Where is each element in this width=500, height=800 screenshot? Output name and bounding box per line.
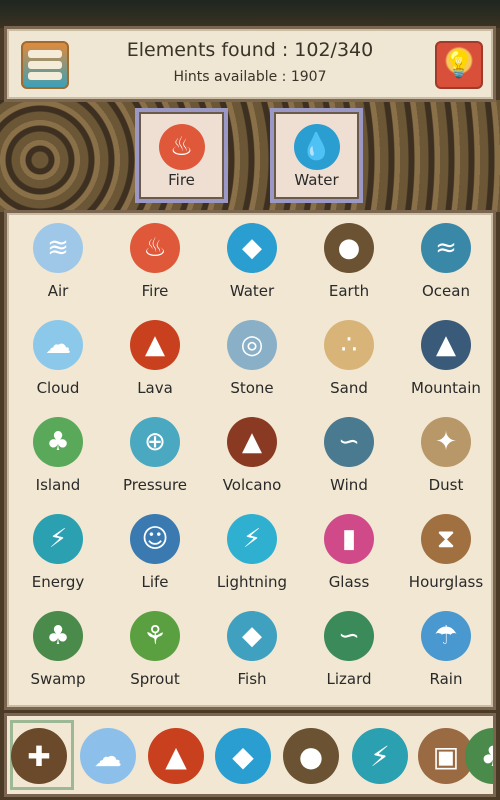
element-label: Hourglass: [408, 573, 484, 591]
element-dust[interactable]: ✦ Dust: [398, 409, 495, 506]
category-toolbar: ✚☁▲◆●⚡▣♣: [4, 713, 496, 797]
element-ocean[interactable]: ≈ Ocean: [398, 215, 495, 312]
combine-slot-water[interactable]: 💧 Water: [270, 108, 363, 203]
fire-icon: ♨: [158, 124, 205, 170]
hints-available: Hints available : 1907: [173, 69, 327, 85]
element-energy[interactable]: ⚡ Energy: [10, 506, 107, 603]
water-icon[interactable]: ◆: [215, 728, 271, 784]
element-fire[interactable]: ♨ Fire: [107, 215, 204, 312]
element-rain[interactable]: ☂ Rain: [398, 603, 495, 700]
life-icon: ☺: [130, 514, 180, 564]
slot-label: Water: [294, 171, 339, 189]
elements-found: Elements found : 102/340: [126, 39, 374, 61]
stone-icon: ◎: [227, 320, 277, 370]
element-water[interactable]: ◆ Water: [204, 215, 301, 312]
element-lizard[interactable]: ∽ Lizard: [301, 603, 398, 700]
element-mountain[interactable]: ▲ Mountain: [398, 312, 495, 409]
elements-grid: ≋ Air ♨ Fire ◆ Water ● Earth ≈ Ocean ☁ Cloud ▲ Lava ◎ S…: [4, 210, 496, 710]
element-label: Ocean: [422, 282, 470, 300]
volcano-icon: ▲: [227, 417, 277, 467]
element-label: Rain: [429, 670, 463, 688]
fire-icon: ♨: [130, 223, 180, 273]
header-panel: Elements found : 102/340 Hints available…: [4, 26, 496, 102]
lizard-icon: ∽: [324, 611, 374, 661]
lightning-icon: ⚡: [227, 514, 277, 564]
lava-icon: ▲: [130, 320, 180, 370]
water-icon: ◆: [227, 223, 277, 273]
element-air[interactable]: ≋ Air: [10, 215, 107, 312]
lava-icon[interactable]: ▲: [148, 728, 204, 784]
element-lightning[interactable]: ⚡ Lightning: [204, 506, 301, 603]
water-drop-icon: 💧: [293, 124, 340, 170]
element-stone[interactable]: ◎ Stone: [204, 312, 301, 409]
element-earth[interactable]: ● Earth: [301, 215, 398, 312]
element-sand[interactable]: ∴ Sand: [301, 312, 398, 409]
element-sprout[interactable]: ⚘ Sprout: [107, 603, 204, 700]
combine-slot-fire[interactable]: ♨ Fire: [135, 108, 228, 203]
air-icon[interactable]: ☁: [80, 728, 136, 784]
element-hourglass[interactable]: ⧗ Hourglass: [398, 506, 495, 603]
sprout-icon: ⚘: [130, 611, 180, 661]
element-label: Dust: [428, 476, 464, 494]
pressure-icon: ⊕: [130, 417, 180, 467]
island-icon: ♣: [33, 417, 83, 467]
lightbulb-icon[interactable]: 💡: [435, 41, 483, 89]
element-lava[interactable]: ▲ Lava: [107, 312, 204, 409]
wind-icon: ∽: [324, 417, 374, 467]
cloud-icon: ☁: [33, 320, 83, 370]
energy-icon: ⚡: [33, 514, 83, 564]
slot-label: Fire: [168, 171, 195, 189]
mountain-icon: ▲: [421, 320, 471, 370]
element-island[interactable]: ♣ Island: [10, 409, 107, 506]
swamp-icon: ♣: [33, 611, 83, 661]
workbench-background: [0, 100, 500, 212]
glass-icon: ▮: [324, 514, 374, 564]
element-pressure[interactable]: ⊕ Pressure: [107, 409, 204, 506]
sand-icon: ∴: [324, 320, 374, 370]
element-swamp[interactable]: ♣ Swamp: [10, 603, 107, 700]
element-glass[interactable]: ▮ Glass: [301, 506, 398, 603]
energy-icon[interactable]: ⚡: [352, 728, 408, 784]
plant-icon[interactable]: ♣: [465, 728, 493, 784]
fish-icon: ◆: [227, 611, 277, 661]
element-volcano[interactable]: ▲ Volcano: [204, 409, 301, 506]
element-fish[interactable]: ◆ Fish: [204, 603, 301, 700]
element-wind[interactable]: ∽ Wind: [301, 409, 398, 506]
all-elements-icon[interactable]: ✚: [11, 728, 67, 784]
element-cloud[interactable]: ☁ Cloud: [10, 312, 107, 409]
earth-icon[interactable]: ●: [283, 728, 339, 784]
air-icon: ≋: [33, 223, 83, 273]
dust-icon: ✦: [421, 417, 471, 467]
ocean-icon: ≈: [421, 223, 471, 273]
top-bar: [0, 0, 500, 28]
element-life[interactable]: ☺ Life: [107, 506, 204, 603]
rain-icon: ☂: [421, 611, 471, 661]
element-label: Mountain: [411, 379, 481, 397]
hourglass-icon: ⧗: [421, 514, 471, 564]
earth-icon: ●: [324, 223, 374, 273]
